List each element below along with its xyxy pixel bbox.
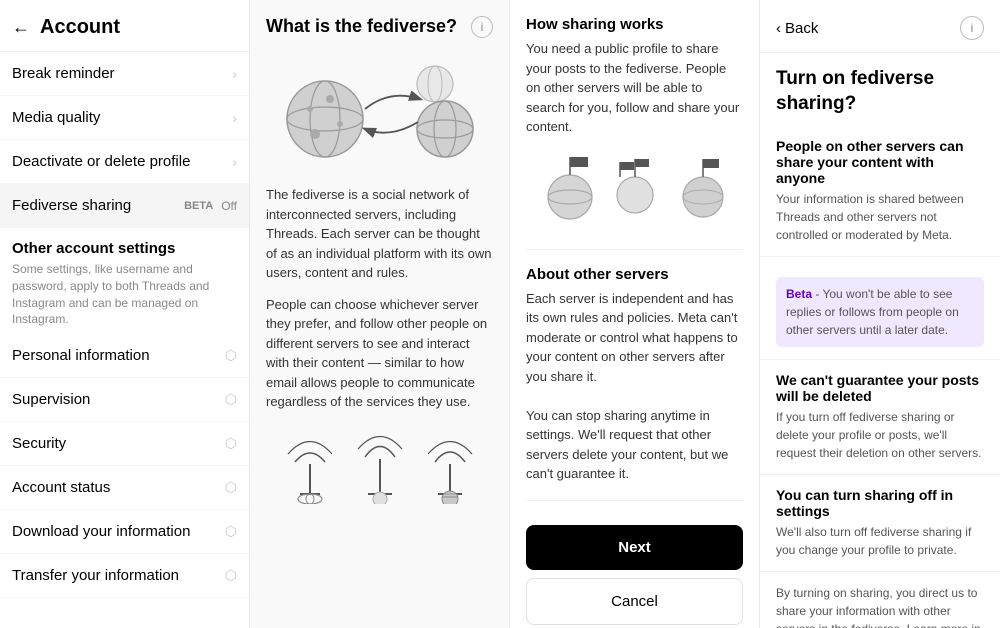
middle-panel: What is the fediverse? i <box>250 0 510 628</box>
right-panel: ‹ Back i Turn on fediverse sharing? Peop… <box>760 0 1000 628</box>
right-section-turn-off: You can turn sharing off in settings We'… <box>760 475 1000 572</box>
sharing-illustration <box>526 145 743 225</box>
external-icon: ⬡ <box>225 347 237 364</box>
middle-description1: The fediverse is a social network of int… <box>266 185 493 283</box>
chevron-right-icon: › <box>232 110 237 126</box>
back-chevron-icon: ‹ <box>776 20 781 37</box>
middle-description2: People can choose whichever server they … <box>266 295 493 412</box>
sidebar-item-break-reminder[interactable]: Break reminder › <box>0 52 249 96</box>
about-other-servers-section: About other servers Each server is indep… <box>526 266 743 501</box>
beta-box: Beta - You won't be able to see replies … <box>776 277 984 347</box>
info-circle-icon[interactable]: i <box>960 16 984 40</box>
sharing-title: People on other servers can share your c… <box>776 138 984 186</box>
external-icon: ⬡ <box>225 523 237 540</box>
right-section-consent: By turning on sharing, you direct us to … <box>760 572 1000 628</box>
info-icon[interactable]: i <box>471 16 493 38</box>
external-icon: ⬡ <box>225 567 237 584</box>
sidebar-item-supervision[interactable]: Supervision ⬡ <box>0 378 249 422</box>
next-button[interactable]: Next <box>526 525 743 570</box>
sidebar-item-download-info[interactable]: Download your information ⬡ <box>0 510 249 554</box>
sidebar-item-deactivate[interactable]: Deactivate or delete profile › <box>0 140 249 184</box>
right-section-guarantee: We can't guarantee your posts will be de… <box>760 360 1000 475</box>
middle-panel-title: What is the fediverse? <box>266 16 493 37</box>
sidebar: ← Account Break reminder › Media quality… <box>0 0 250 628</box>
back-label: Back <box>785 20 818 37</box>
how-sharing-title: How sharing works <box>526 16 743 33</box>
cancel-button[interactable]: Cancel <box>526 578 743 625</box>
sidebar-item-account-status[interactable]: Account status ⬡ <box>0 466 249 510</box>
right-panel-title: Turn on fediverse sharing? <box>760 53 1000 126</box>
right-section-beta: Beta - You won't be able to see replies … <box>760 257 1000 360</box>
consent-body: By turning on sharing, you direct us to … <box>776 584 984 628</box>
right-section-sharing: People on other servers can share your c… <box>760 126 1000 257</box>
back-arrow-icon[interactable]: ← <box>12 17 30 38</box>
sidebar-item-fediverse[interactable]: Fediverse sharing BETA Off <box>0 184 249 228</box>
content-buttons: Next Cancel <box>526 517 743 625</box>
about-servers-body: Each server is independent and has its o… <box>526 289 743 484</box>
external-icon: ⬡ <box>225 479 237 496</box>
sidebar-item-media-quality[interactable]: Media quality › <box>0 96 249 140</box>
about-servers-title: About other servers <box>526 266 743 283</box>
right-panel-header: ‹ Back i <box>760 0 1000 53</box>
guarantee-title: We can't guarantee your posts will be de… <box>776 372 984 404</box>
how-sharing-body: You need a public profile to share your … <box>526 39 743 137</box>
beta-label: Beta <box>786 287 812 301</box>
external-icon: ⬡ <box>225 391 237 408</box>
sidebar-header: ← Account <box>0 0 249 52</box>
content-panel: How sharing works You need a public prof… <box>510 0 760 628</box>
satellite-illustration <box>266 424 493 504</box>
turn-off-body: We'll also turn off fediverse sharing if… <box>776 523 984 559</box>
fediverse-item-right: BETA Off <box>184 199 237 213</box>
how-sharing-works-section: How sharing works You need a public prof… <box>526 16 743 250</box>
chevron-right-icon: › <box>232 66 237 82</box>
beta-text: - You won't be able to see replies or fo… <box>786 287 959 337</box>
other-account-settings: Other account settings Some settings, li… <box>0 228 249 334</box>
sharing-body: Your information is shared between Threa… <box>776 190 984 244</box>
sidebar-title: Account <box>40 16 120 39</box>
back-button[interactable]: ‹ Back <box>776 20 818 37</box>
sidebar-item-personal-info[interactable]: Personal information ⬡ <box>0 334 249 378</box>
sidebar-item-transfer-info[interactable]: Transfer your information ⬡ <box>0 554 249 598</box>
chevron-right-icon: › <box>232 154 237 170</box>
fediverse-illustration <box>266 51 493 171</box>
sidebar-item-security[interactable]: Security ⬡ <box>0 422 249 466</box>
guarantee-body: If you turn off fediverse sharing or del… <box>776 408 984 462</box>
external-icon: ⬡ <box>225 435 237 452</box>
turn-off-title: You can turn sharing off in settings <box>776 487 984 519</box>
